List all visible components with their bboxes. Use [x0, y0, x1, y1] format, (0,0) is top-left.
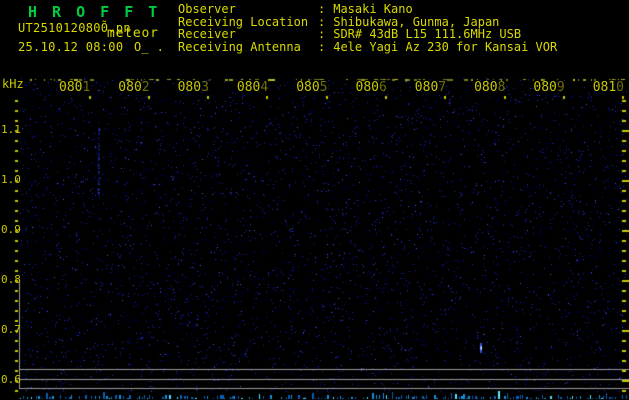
freq-label: 0.6: [1, 373, 21, 386]
time-label: 080 3: [177, 80, 209, 95]
info-label: Receiver: [178, 27, 236, 42]
freq-label: 1.1: [1, 123, 21, 136]
info-value: 4ele Yagi Az 230 for Kansai VOR: [333, 39, 558, 54]
info-row: Receiving Antenna:4ele Yagi Az 230 for K…: [178, 41, 557, 54]
info-value: Masaki Kano: [333, 2, 413, 16]
time-label: 081 0: [592, 80, 624, 95]
app-title: H R O F F T: [28, 3, 161, 21]
capture-datetime: 25.10.12 08:00: [18, 40, 124, 54]
time-label: 080 8: [474, 80, 506, 95]
observation-mode-label: meteor: [107, 26, 159, 41]
time-label: 080 5: [296, 80, 328, 95]
info-row: Receiver: SDR# 43dB L15 111.6MHz USB: [178, 28, 557, 41]
info-separator: :: [318, 27, 326, 42]
station-info: Observer: Masaki Kano Receiving Location: S…: [178, 3, 557, 53]
info-separator: :: [318, 39, 326, 54]
freq-label: 1.0: [1, 173, 21, 186]
time-label: 080 2: [118, 80, 150, 95]
frequency-unit-label: kHz: [2, 77, 24, 91]
info-value: SDR# 43dB L15 111.6MHz USB: [333, 27, 522, 42]
time-label: 080 4: [236, 80, 269, 95]
spectrogram-canvas: [0, 0, 629, 400]
info-row: Observer: Masaki Kano: [178, 3, 557, 16]
time-label: 080 1: [59, 80, 91, 95]
time-label: 080 7: [414, 80, 447, 95]
freq-label: 0.9: [1, 223, 21, 236]
info-label: Receiving Antenna: [178, 39, 301, 54]
info-separator: :: [318, 2, 326, 16]
hrofft-screen: H R O F F T UT2510120800.pn ˜ meteor 25.…: [0, 0, 629, 400]
time-label: 080 9: [533, 80, 565, 95]
freq-label: 0.7: [1, 323, 21, 336]
echo-counter: O_ .: [134, 40, 165, 54]
time-label: 080 6: [355, 80, 387, 95]
freq-label: 0.8: [1, 273, 21, 286]
info-label: Observer: [178, 2, 236, 16]
